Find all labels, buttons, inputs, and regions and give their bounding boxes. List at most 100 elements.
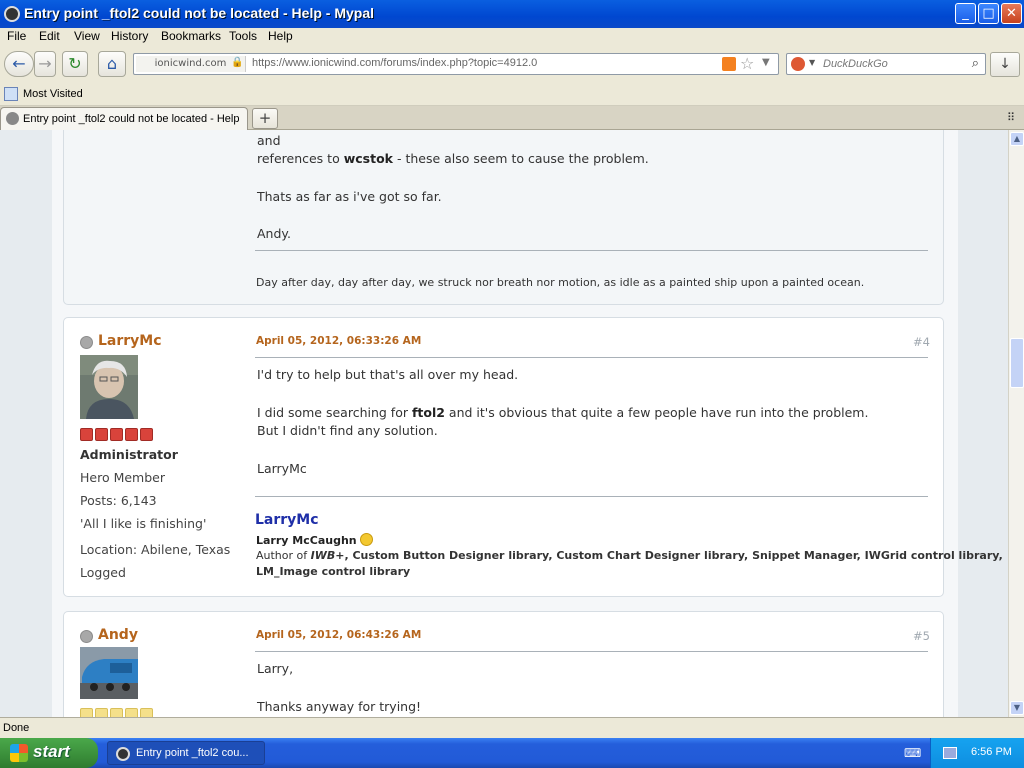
post-text-references: references to wcstok - these also seem t… [257,151,649,166]
new-tab-button[interactable]: + [252,108,278,129]
minimize-button[interactable]: _ [955,3,976,24]
post-body-sign: LarryMc [257,461,307,476]
menu-edit[interactable]: Edit [39,29,60,43]
search-engine-dropdown-icon[interactable]: ▼ [809,58,815,67]
poster-logged: Logged [80,565,126,580]
menu-view[interactable]: View [74,29,100,43]
post-number[interactable]: #5 [913,629,930,643]
tab-current[interactable]: Entry point _ftol2 could not be located … [0,107,248,130]
forward-button[interactable]: → [34,51,56,77]
windows-taskbar: start Entry point _ftol2 cou... ⌨ 6:56 P… [0,738,1024,768]
signature-divider [255,250,928,251]
post-text-sign: Andy. [257,226,291,241]
menu-bookmarks[interactable]: Bookmarks [161,29,221,43]
avatar [80,647,138,699]
start-label: start [33,742,70,761]
search-input[interactable]: DuckDuckGo [823,58,888,70]
back-button[interactable]: ← [4,51,34,77]
poster-title: Hero Member [80,470,165,485]
tab-bar: Entry point _ftol2 could not be located … [0,106,1024,130]
signature-author-line: Author of IWB+, Custom Button Designer l… [256,549,1003,562]
tab-favicon [6,112,19,125]
post-body-line-1: I'd try to help but that's all over my h… [257,367,519,382]
post-number[interactable]: #4 [913,335,930,349]
duckduckgo-icon[interactable] [791,57,805,71]
signature-fullname: Larry McCaughn [256,533,374,547]
forum-thread: and references to wcstok - these also se… [52,130,1003,717]
rank-stars [80,428,155,444]
post-header-divider [255,357,928,358]
poster-location: Location: Abilene, Texas [80,542,231,557]
menu-history[interactable]: History [111,29,148,43]
window-titlebar: Entry point _ftol2 could not be located … [0,0,1024,28]
reload-button[interactable]: ↻ [62,51,88,77]
clock[interactable]: 6:56 PM [971,746,1012,758]
post-timestamp[interactable]: April 05, 2012, 06:33:26 AM [256,335,421,347]
post-text-sofar: Thats as far as i've got so far. [257,189,442,204]
menu-tools[interactable]: Tools [229,29,257,43]
mypal-app-icon [4,6,20,22]
signature-divider [255,496,928,497]
poster-rank: Administrator [80,447,178,462]
poster-personal-text: 'All I like is finishing' [80,516,207,531]
post-body-line-1: Larry, [257,661,294,676]
offline-status-icon [80,630,93,643]
post-body-line-2: Thanks anyway for trying! [257,699,422,714]
post-timestamp[interactable]: April 05, 2012, 06:43:26 AM [256,629,421,641]
post-header-divider [255,651,928,652]
maximize-button[interactable]: □ [978,3,999,24]
url-dropdown-icon[interactable]: ▼ [762,57,770,68]
navigation-toolbar: ← → ↻ ⌂ ionicwind.com 🔒 https://www.ioni… [0,46,1024,84]
poster-post-count: Posts: 6,143 [80,493,157,508]
star-icon [125,428,138,441]
scroll-thumb[interactable] [1010,338,1024,388]
offline-status-icon [80,336,93,349]
search-icon[interactable]: ⌕ [972,56,979,71]
window-title: Entry point _ftol2 could not be located … [24,5,375,21]
site-identity[interactable]: ionicwind.com [136,56,246,72]
poster-name-link[interactable]: LarryMc [98,333,162,349]
scroll-down-arrow-icon[interactable]: ▼ [1010,701,1024,715]
avatar [80,355,138,419]
bookmark-most-visited[interactable]: Most Visited [23,88,83,100]
rank-stars [80,708,155,717]
vertical-scrollbar[interactable]: ▲ ▼ [1008,130,1024,717]
forum-post-4: LarryMc Administrator Hero Member Posts:… [63,317,1003,597]
star-icon [140,428,153,441]
download-button[interactable]: ↓ [990,52,1020,77]
taskbar-window-item[interactable]: Entry point _ftol2 cou... [107,741,265,765]
network-icon[interactable] [943,747,957,759]
post-body-line-3: But I didn't find any solution. [257,423,438,438]
menu-help[interactable]: Help [268,29,293,43]
star-icon [140,708,153,717]
keyboard-icon[interactable]: ⌨ [904,746,921,760]
bookmarks-toolbar: Most Visited [0,84,1024,106]
bookmark-star-icon[interactable]: ☆ [740,54,754,73]
most-visited-icon [4,87,18,101]
forum-post-5: Andy April 05, 2012, 06:43:26 AM #5 Larr… [63,611,944,717]
url-text[interactable]: https://www.ionicwind.com/forums/index.p… [252,57,537,69]
signature-author-line-2: LM_Image control library [256,565,411,578]
post-signature: Day after day, day after day, we struck … [256,276,865,289]
mypal-taskbar-icon [116,747,130,761]
start-button[interactable]: start [0,738,98,768]
post-text-and: and [257,133,281,148]
scroll-up-arrow-icon[interactable]: ▲ [1010,132,1024,146]
star-icon [80,708,93,717]
page-content: and references to wcstok - these also se… [0,130,1008,717]
menu-file[interactable]: File [7,29,26,43]
system-tray: 6:56 PM [930,738,1024,768]
signature-name: LarryMc [255,512,319,528]
status-bar: Done [0,717,1024,738]
taskbar-item-label: Entry point _ftol2 cou... [136,747,249,759]
tab-list-icon[interactable]: ⠿ [1007,111,1015,124]
star-icon [80,428,93,441]
star-icon [95,428,108,441]
rss-feed-icon[interactable] [722,57,736,71]
home-button[interactable]: ⌂ [98,51,126,77]
search-bar[interactable]: ▼ DuckDuckGo ⌕ [786,53,986,75]
star-icon [95,708,108,717]
poster-name-link[interactable]: Andy [98,627,138,643]
close-button[interactable]: ✕ [1001,3,1022,24]
url-bar[interactable]: ionicwind.com 🔒 https://www.ionicwind.co… [133,53,779,75]
